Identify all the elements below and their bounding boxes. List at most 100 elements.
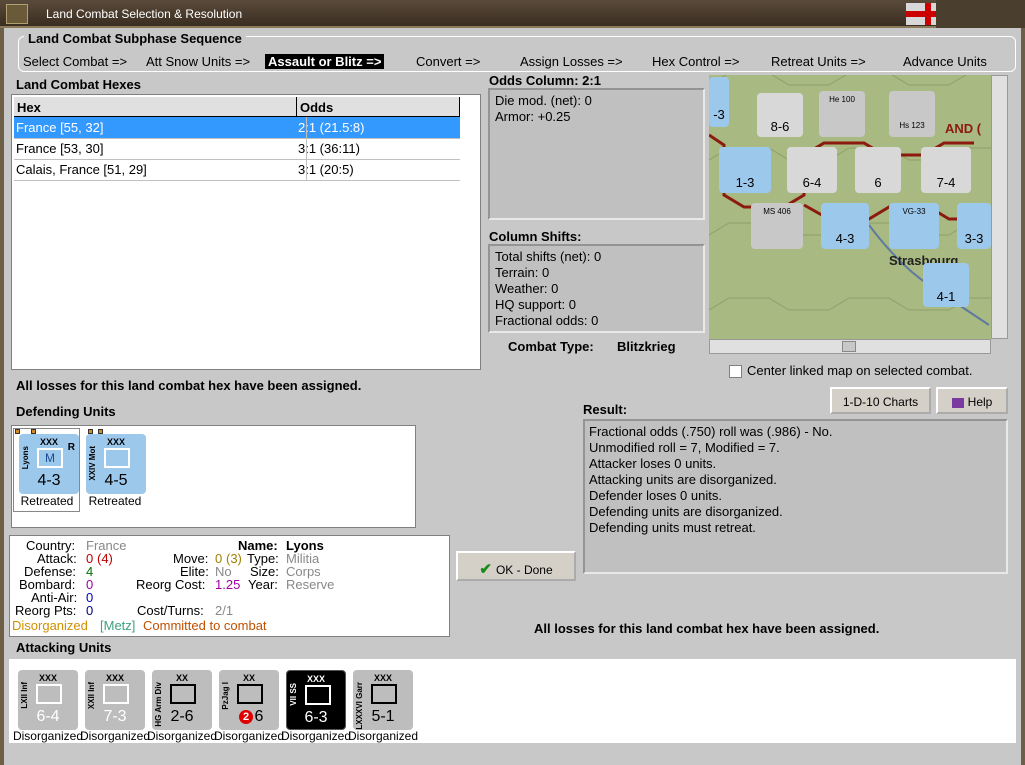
result-title: Result: [583,402,628,417]
hex-table[interactable]: Hex Odds France [55, 32] 2:1 (21.5:8) Fr… [11,94,481,370]
attacking-units-box: XXX LXII Inf 6-4 Disorganized XXX XXII I… [9,659,1016,743]
shifts-panel: Total shifts (net): 0 Terrain: 0 Weather… [488,244,705,333]
result-line: Defending units must retreat. [589,520,756,535]
antitank-symbol-icon [237,684,263,704]
defending-unit[interactable]: XXX XXIV Mot 4-5 [86,434,146,494]
table-row[interactable]: France [53, 30] 3:1 (36:11) [14,138,460,159]
map-label-partial: AND ( [945,121,982,136]
garrison-symbol-icon [371,684,397,704]
scroll-thumb[interactable] [842,341,856,352]
unit-info-panel: Country: France Attack: 0 (4) Defense: 4… [9,535,450,637]
map-counter[interactable]: 6-4 [787,147,837,193]
map-counter[interactable]: 6 [855,147,901,193]
hexes-title: Land Combat Hexes [16,77,141,92]
cell-hex: France [55, 32] [16,120,104,135]
map-counter[interactable]: Hs 123 [889,91,935,137]
ok-done-button[interactable]: ✔ OK - Done [456,551,576,581]
unit-status: Disorganized [213,729,285,743]
seq-step-select-combat: Select Combat => [23,54,128,69]
map-counter[interactable]: 8-6 [757,93,803,137]
combat-type-label: Combat Type: [508,339,594,354]
odds-line-armor: Armor: +0.25 [495,109,571,124]
attacking-unit[interactable]: XXX XXII Inf 7-3 [85,670,145,730]
odds-panel: Die mod. (net): 0 Armor: +0.25 [488,88,705,220]
map-counter[interactable]: VG-33 [889,203,939,249]
unit-status: Disorganized [79,729,151,743]
unit-status: Retreated [20,494,74,508]
map-counter[interactable]: He 100 [819,91,865,137]
window-title: Land Combat Selection & Resolution [46,7,243,21]
result-line: Defender loses 0 units. [589,488,722,503]
map-counter[interactable]: 3-3 [957,203,991,249]
attacking-title: Attacking Units [16,640,112,655]
motorized-symbol-icon [104,448,130,468]
attacking-unit[interactable]: XXX VII SS 6-3 [286,670,346,730]
defending-unit[interactable]: XXX Lyons R M 4-3 [19,434,79,494]
attacking-unit[interactable]: XXX LXXXVI Garr 5-1 [353,670,413,730]
center-map-checkbox[interactable] [729,365,742,378]
table-row[interactable]: France [55, 32] 2:1 (21.5:8) [14,117,460,138]
seq-step-retreat: Retreat Units => [771,54,866,69]
shift-total: Total shifts (net): 0 [495,249,602,264]
unit-status: Disorganized [280,729,352,743]
unit-status: Disorganized [347,729,419,743]
losses-message: All losses for this land combat hex have… [16,378,362,393]
cell-hex: Calais, France [51, 29] [16,162,147,177]
cell-odds: 2:1 (21.5:8) [298,120,365,135]
attacking-unit[interactable]: XXX LXII Inf 6-4 [18,670,78,730]
armor-symbol-icon [170,684,196,704]
result-line: Fractional odds (.750) roll was (.986) -… [589,424,833,439]
col-header-hex[interactable]: Hex [14,97,297,117]
seq-step-assault-blitz: Assault or Blitz => [265,54,385,69]
odds-title: Odds Column: 2:1 [489,73,601,88]
attacking-unit[interactable]: XX HG Arm Div 2-6 [152,670,212,730]
map-vertical-scrollbar[interactable] [991,75,1008,339]
seq-step-convert: Convert => [416,54,481,69]
checkmark-icon: ✔ [479,561,492,578]
map-counter[interactable]: 4-1 [923,263,969,307]
odds-line-die: Die mod. (net): 0 [495,93,592,108]
table-row[interactable]: Calais, France [51, 29] 3:1 (20:5) [14,159,460,180]
map-counter[interactable]: -3 [709,77,729,127]
defending-units-box: XXX Lyons R M 4-3 Retreated XXX XXIV Mot… [11,425,416,528]
cell-hex: France [53, 30] [16,141,104,156]
shift-terrain: Terrain: 0 [495,265,550,280]
attacking-unit[interactable]: XX PzJag I 2 6 [219,670,279,730]
ok-label: OK - Done [495,563,553,577]
result-line: Attacking units are disorganized. [589,472,777,487]
seq-step-hex-control: Hex Control => [652,54,740,69]
shift-fractional: Fractional odds: 0 [495,313,599,328]
combat-type-value: Blitzkrieg [617,339,676,354]
map-counter[interactable]: 4-3 [821,203,869,249]
help-book-icon [951,397,964,408]
unit-status: Disorganized [12,729,84,743]
map-horizontal-scrollbar[interactable] [709,339,991,354]
title-bar: Land Combat Selection & Resolution [0,0,1025,28]
infantry-symbol-icon [305,685,331,705]
seq-step-advance: Advance Units [903,54,987,69]
col-header-odds[interactable]: Odds [297,97,460,117]
seq-step-att-snow: Att Snow Units => [146,54,251,69]
charts-button[interactable]: 1-D-10 Charts [830,387,931,414]
shifts-title: Column Shifts: [489,229,582,244]
app-icon [6,4,28,24]
help-label: Help [967,395,993,409]
infantry-symbol-icon [103,684,129,704]
center-map-label: Center linked map on selected combat. [747,363,973,378]
help-button[interactable]: Help [936,387,1008,414]
result-line: Unmodified roll = 7, Modified = 7. [589,440,780,455]
sequence-title: Land Combat Subphase Sequence [24,31,246,46]
seq-step-assign-losses: Assign Losses => [520,54,623,69]
map-counter[interactable]: 7-4 [921,147,971,193]
map-counter[interactable]: 1-3 [719,147,771,193]
result-line: Defending units are disorganized. [589,504,783,519]
result-panel: Fractional odds (.750) roll was (.986) -… [583,419,1008,574]
unit-status: Disorganized [146,729,218,743]
cell-odds: 3:1 (36:11) [298,141,360,156]
shift-weather: Weather: 0 [495,281,559,296]
map-counter[interactable]: MS 406 [751,203,803,249]
unit-status: Retreated [88,494,142,508]
title-bar-right [936,0,1025,28]
militia-symbol-icon: M [37,448,63,468]
combat-map[interactable]: -3 8-6 He 100 Hs 123 AND ( 1-3 6-4 6 7-4… [709,75,991,339]
